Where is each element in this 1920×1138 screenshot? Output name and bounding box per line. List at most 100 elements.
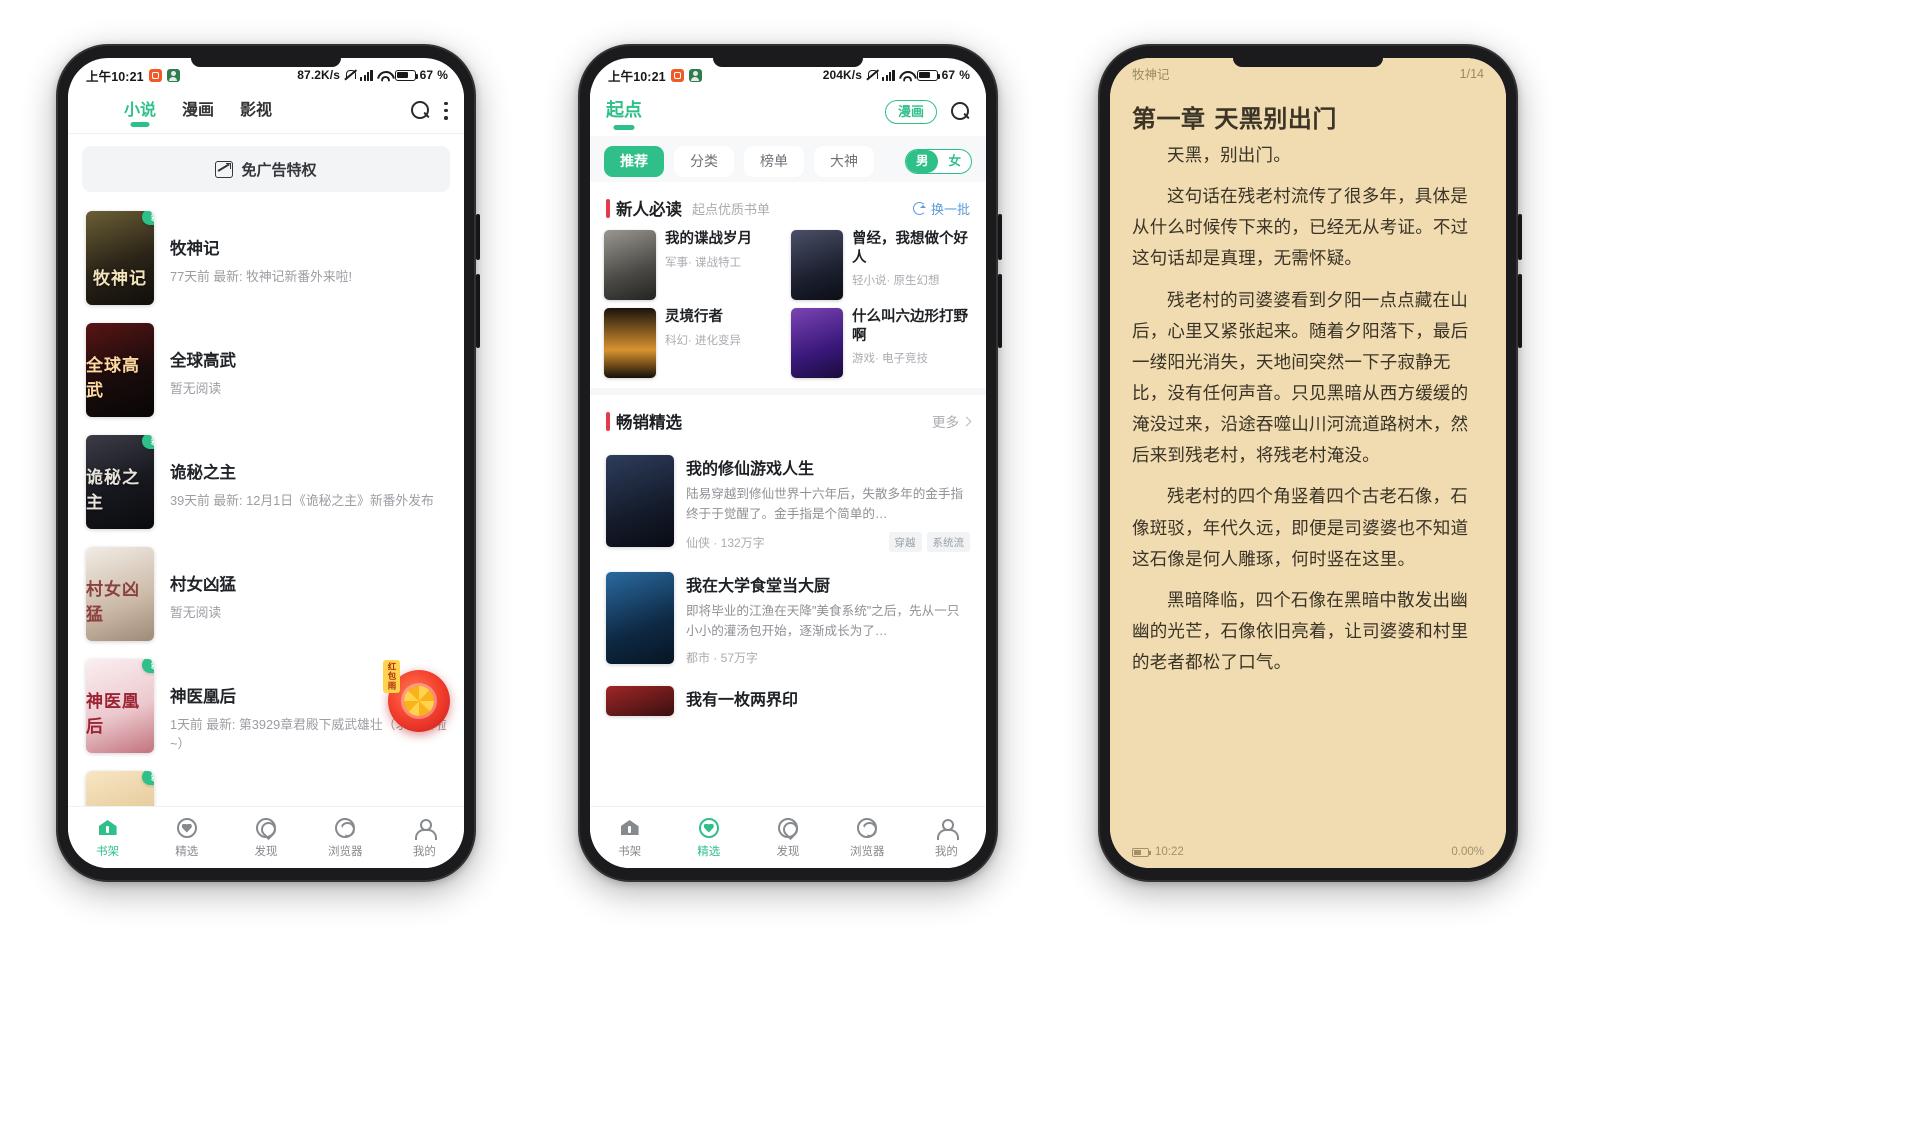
book-cover[interactable]: [604, 308, 656, 378]
sidebar-item-bookshelf[interactable]: 书架: [590, 816, 669, 859]
paragraph: 残老村的四个角竖着四个古老石像，石像斑驳，年代久远，即便是司婆婆也不知道这石像是…: [1132, 486, 1469, 569]
section-divider: [590, 388, 986, 395]
book-cover[interactable]: 新 牧神记: [86, 211, 154, 305]
compass-icon: [777, 816, 800, 839]
wifi-icon: [899, 70, 913, 81]
book-cover[interactable]: 新 诡秘之主: [86, 435, 154, 529]
sidebar-item-featured[interactable]: 精选: [669, 816, 748, 859]
phone2-top-bar: 起点 漫画: [590, 88, 986, 136]
more-button[interactable]: 更多: [932, 411, 972, 431]
list-item[interactable]: 村女凶猛 村女凶猛 暂无阅读: [68, 538, 464, 650]
volume-button[interactable]: [1518, 214, 1522, 260]
tab-novel[interactable]: 小说: [124, 96, 156, 126]
book-cover[interactable]: [791, 230, 843, 300]
book-title: 我的修仙游戏人生: [686, 461, 815, 478]
tab-label: 精选: [697, 846, 721, 858]
sidebar-item-mine[interactable]: 我的: [907, 816, 986, 859]
paragraph: 天黑，别出门。: [1167, 145, 1291, 165]
section-subtitle: 起点优质书单: [692, 201, 771, 217]
tab-comic[interactable]: 漫画: [182, 96, 214, 126]
phone-reader: 牧神记 1/14 第一章 天黑别出门 天黑，别出门。 这句话在残老村流传了很多年…: [1098, 44, 1522, 882]
refresh-button[interactable]: 换一批: [912, 199, 970, 218]
app-notification-icon: [148, 68, 162, 82]
sidebar-item-browser[interactable]: 浏览器: [306, 816, 385, 859]
search-icon[interactable]: [411, 101, 430, 120]
book-cover[interactable]: [604, 230, 656, 300]
notch: [191, 58, 341, 67]
tab-label: 我的: [412, 846, 436, 858]
sidebar-item-bookshelf[interactable]: 书架: [68, 816, 147, 859]
ad-free-banner[interactable]: 免广告特权: [82, 146, 450, 192]
chip-masters[interactable]: 大神: [814, 146, 874, 177]
book-cover[interactable]: [791, 308, 843, 378]
book-category: 轻小说· 原生幻想: [852, 275, 940, 288]
book-cover[interactable]: 新 神医凰后: [86, 659, 154, 753]
contact-notification-icon: [688, 68, 702, 82]
book-title: 灵境行者: [665, 309, 723, 325]
book-cover[interactable]: [606, 686, 674, 717]
gender-female[interactable]: 女: [938, 150, 971, 173]
more-vertical-icon[interactable]: [444, 101, 448, 120]
tab-video[interactable]: 影视: [240, 96, 272, 126]
book-cover[interactable]: [606, 572, 674, 665]
volume-button[interactable]: [998, 214, 1002, 260]
list-item[interactable]: 灵境行者 科幻· 进化变异: [604, 308, 785, 378]
tab-label: 书架: [618, 846, 642, 858]
phone1-screen: 上午10:21 87.2K/s 67 % 小说 漫画 影视 免广告特权 牧神记 …: [68, 58, 464, 868]
book-title: 诡秘之主: [170, 464, 236, 482]
book-title: 我的谍战岁月: [665, 231, 752, 247]
newbie-grid: 我的谍战岁月 军事· 谍战特工 曾经，我想做个好人 轻小说· 原生幻想 灵境行者…: [590, 230, 986, 388]
list-item[interactable]: 我有一枚两界印: [590, 676, 986, 726]
book-cover[interactable]: [606, 455, 674, 547]
list-item[interactable]: 新: [68, 762, 464, 806]
list-item[interactable]: 我的修仙游戏人生 陆易穿越到修仙世界十六年后，失散多年的金手指终于于觉醒了。金手…: [590, 445, 986, 562]
list-item[interactable]: 曾经，我想做个好人 轻小说· 原生幻想: [791, 230, 972, 300]
chip-ranking[interactable]: 榜单: [744, 146, 804, 177]
battery-unit: %: [959, 68, 970, 82]
book-cover[interactable]: 全球高武: [86, 323, 154, 417]
notch: [713, 58, 863, 67]
volume-button[interactable]: [476, 214, 480, 260]
sidebar-item-browser[interactable]: 浏览器: [828, 816, 907, 859]
browser-icon: [856, 816, 879, 839]
paragraph: 残老村的司婆婆看到夕阳一点点藏在山后，心里又紧张起来。随着夕阳落下，最后一缕阳光…: [1132, 289, 1469, 466]
comic-pill[interactable]: 漫画: [884, 99, 937, 125]
reader-page[interactable]: 牧神记 1/14 第一章 天黑别出门 天黑，别出门。 这句话在残老村流传了很多年…: [1110, 58, 1506, 868]
sidebar-item-mine[interactable]: 我的: [385, 816, 464, 859]
list-item[interactable]: 我在大学食堂当大厨 即将毕业的江渔在天降"美食系统"之后，先从一只小小的灌汤包开…: [590, 562, 986, 676]
power-button[interactable]: [476, 274, 480, 348]
bookshelf-list-area: 免广告特权 新 牧神记 牧神记 77天前 最新: 牧神记新番外来啦!: [68, 134, 464, 806]
list-item[interactable]: 新 牧神记 牧神记 77天前 最新: 牧神记新番外来啦!: [68, 202, 464, 314]
list-item[interactable]: 全球高武 全球高武 暂无阅读: [68, 314, 464, 426]
book-title: 我在大学食堂当大厨: [686, 578, 831, 596]
phone3-screen: 牧神记 1/14 第一章 天黑别出门 天黑，别出门。 这句话在残老村流传了很多年…: [1110, 58, 1506, 868]
chapter-body: 天黑，别出门。 这句话在残老村流传了很多年，具体是从什么时候传下来的，已经无从考…: [1110, 140, 1506, 678]
tab-label: 书架: [96, 846, 120, 858]
book-description: 陆易穿越到修仙世界十六年后，失散多年的金手指终于于觉醒了。金手指是个简单的…: [686, 487, 964, 521]
list-item[interactable]: 新 诡秘之主 诡秘之主 39天前 最新: 12月1日《诡秘之主》新番外发布: [68, 426, 464, 538]
list-item[interactable]: 什么叫六边形打野啊 游戏· 电子竞技: [791, 308, 972, 378]
chart-icon: [215, 160, 234, 178]
book-cover[interactable]: 村女凶猛: [86, 547, 154, 641]
sidebar-item-discover[interactable]: 发现: [748, 816, 827, 859]
sidebar-item-discover[interactable]: 发现: [226, 816, 305, 859]
gender-male[interactable]: 男: [905, 149, 939, 173]
chip-category[interactable]: 分类: [674, 146, 734, 177]
new-badge: 新: [142, 211, 154, 225]
book-cover[interactable]: 新: [86, 771, 154, 806]
list-item[interactable]: 我的谍战岁月 军事· 谍战特工: [604, 230, 785, 300]
brand-title[interactable]: 起点: [606, 96, 642, 128]
phone-bookshelf: 上午10:21 87.2K/s 67 % 小说 漫画 影视 免广告特权 牧神记 …: [56, 44, 480, 882]
book-category: 都市 · 57万字: [686, 651, 759, 666]
power-button[interactable]: [1518, 274, 1522, 348]
chip-recommend[interactable]: 推荐: [604, 146, 664, 177]
book-title: 曾经，我想做个好人: [852, 231, 968, 266]
search-icon[interactable]: [951, 102, 970, 121]
power-button[interactable]: [998, 274, 1002, 348]
sidebar-item-featured[interactable]: 精选: [147, 816, 226, 859]
book-title: 村女凶猛: [170, 576, 236, 594]
battery-unit: %: [437, 68, 448, 82]
gender-toggle[interactable]: 男 女: [904, 148, 972, 174]
tab-label: 我的: [934, 846, 958, 858]
red-packet-button[interactable]: 红包雨: [382, 660, 450, 732]
